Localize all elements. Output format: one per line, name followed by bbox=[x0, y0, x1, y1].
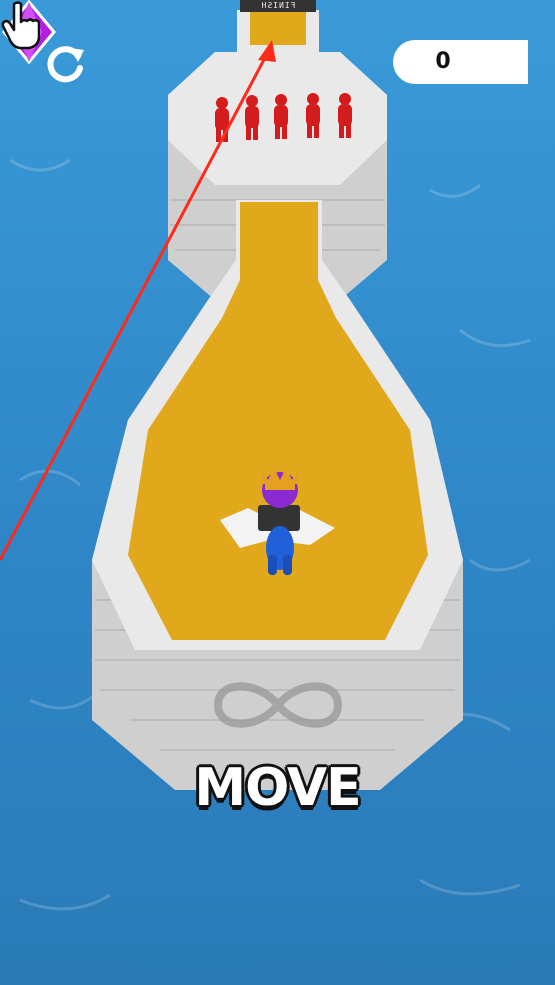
main-path bbox=[128, 202, 428, 640]
gem-count: 0 bbox=[435, 49, 451, 74]
move-instruction: MOVE bbox=[194, 758, 361, 818]
game-stage[interactable]: FINISH 0 MOVE bbox=[0, 0, 555, 985]
gem-counter: 0 bbox=[393, 40, 528, 84]
finish-label: FINISH bbox=[240, 0, 316, 12]
finish-path bbox=[250, 12, 306, 45]
pointer-hand-icon bbox=[1, 1, 40, 50]
game-scene bbox=[0, 10, 531, 911]
